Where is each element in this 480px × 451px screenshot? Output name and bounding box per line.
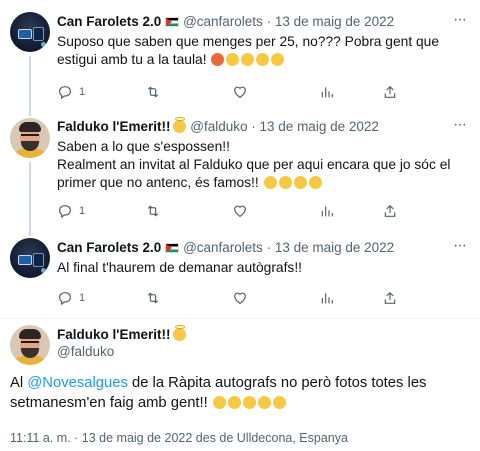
emoji-icon xyxy=(278,176,292,189)
thread-line xyxy=(29,162,31,232)
display-name[interactable]: Falduko l'Emerit!! xyxy=(57,327,170,342)
reply-count: 1 xyxy=(79,292,86,304)
angel-emoji-icon xyxy=(173,117,187,133)
more-options-icon[interactable]: ··· xyxy=(453,11,467,29)
divider xyxy=(0,318,480,319)
emoji-icon xyxy=(308,176,322,189)
share-icon xyxy=(384,291,396,304)
tweet-date[interactable]: 13 de maig de 2022 xyxy=(260,119,379,134)
emoji-icon xyxy=(257,396,271,409)
emoji-icon xyxy=(242,396,256,409)
palestine-flag-icon xyxy=(165,17,180,27)
tweet-header: Falduko l'Emerit!! @falduko · 13 de maig… xyxy=(57,117,379,134)
avatar[interactable] xyxy=(10,118,50,158)
tweet-1[interactable]: Can Farolets 2.0 @canfarolets · 13 de ma… xyxy=(0,0,480,110)
retweet-icon xyxy=(147,86,159,98)
views-icon xyxy=(321,206,333,217)
like-icon xyxy=(234,292,246,305)
emoji-icon xyxy=(241,53,255,66)
like-button[interactable] xyxy=(232,203,248,219)
tweet-header: Can Farolets 2.0 @canfarolets · 13 de ma… xyxy=(57,240,395,255)
tweet-actions: 1 xyxy=(57,84,467,102)
share-button[interactable] xyxy=(382,203,398,219)
retweet-icon xyxy=(147,292,159,304)
views-icon xyxy=(321,87,333,98)
avatar[interactable] xyxy=(10,325,50,365)
thread-line xyxy=(29,110,31,116)
tweet-timestamp[interactable]: 11:11 a. m. · 13 de maig de 2022 des de … xyxy=(10,431,348,445)
tweet-text: Al final t'haurem de demanar autògrafs!! xyxy=(57,260,302,275)
retweet-icon xyxy=(147,205,159,217)
share-icon xyxy=(384,204,396,217)
emoji-icon xyxy=(256,53,270,66)
mention-link[interactable]: @Novesalgues xyxy=(27,375,128,391)
tweet-header: Can Farolets 2.0 @canfarolets · 13 de ma… xyxy=(57,14,395,29)
emoji-icon xyxy=(227,396,241,409)
tweet-actions: 1 xyxy=(57,290,467,308)
reply-icon xyxy=(59,292,71,306)
views-button[interactable] xyxy=(319,203,335,219)
avatar[interactable] xyxy=(10,12,50,52)
reply-count: 1 xyxy=(79,86,86,98)
emoji-icon xyxy=(263,176,277,189)
like-button[interactable] xyxy=(232,290,248,306)
like-button[interactable] xyxy=(232,84,248,100)
reply-button[interactable]: 1 xyxy=(57,290,85,306)
display-name[interactable]: Falduko l'Emerit!! xyxy=(57,119,170,134)
angel-emoji-icon xyxy=(173,325,187,341)
tweet-text: Suposo que saben que menges per 25, no??… xyxy=(57,34,440,67)
palestine-flag-icon xyxy=(165,243,180,253)
more-options-icon[interactable]: ··· xyxy=(453,116,467,134)
views-button[interactable] xyxy=(319,290,335,306)
retweet-button[interactable] xyxy=(145,290,161,306)
avatar[interactable] xyxy=(10,238,50,278)
share-icon xyxy=(384,85,396,98)
tweet-date[interactable]: 13 de maig de 2022 xyxy=(275,14,394,29)
display-name[interactable]: Can Farolets 2.0 xyxy=(57,240,161,255)
user-handle[interactable]: @falduko xyxy=(57,344,114,359)
user-handle[interactable]: @canfarolets xyxy=(183,240,263,255)
emoji-icon xyxy=(211,53,225,66)
tweet-actions: 1 xyxy=(57,203,467,221)
emoji-icon xyxy=(272,396,286,409)
tweet-3[interactable]: Can Farolets 2.0 @canfarolets · 13 de ma… xyxy=(0,232,480,320)
like-icon xyxy=(234,86,246,99)
reply-count: 1 xyxy=(79,205,86,217)
display-name[interactable]: Can Farolets 2.0 xyxy=(57,14,161,29)
like-icon xyxy=(234,205,246,218)
reply-icon xyxy=(59,205,71,219)
retweet-button[interactable] xyxy=(145,84,161,100)
reply-button[interactable]: 1 xyxy=(57,84,85,100)
emoji-icon xyxy=(271,53,285,66)
emoji-icon xyxy=(226,53,240,66)
views-button[interactable] xyxy=(319,84,335,100)
reply-button[interactable]: 1 xyxy=(57,203,85,219)
tweet-date[interactable]: 13 de maig de 2022 xyxy=(275,240,394,255)
thread-line xyxy=(29,232,31,236)
share-button[interactable] xyxy=(382,290,398,306)
share-button[interactable] xyxy=(382,84,398,100)
tweet-header: Falduko l'Emerit!! xyxy=(57,325,187,342)
user-handle-row: @falduko xyxy=(57,344,114,359)
tweet-2[interactable]: Falduko l'Emerit!! @falduko · 13 de maig… xyxy=(0,110,480,232)
tweet-text: Saben a lo que s'espossen!! Realment an … xyxy=(57,139,451,190)
reply-icon xyxy=(59,86,71,100)
user-handle[interactable]: @canfarolets xyxy=(183,14,263,29)
retweet-button[interactable] xyxy=(145,203,161,219)
emoji-icon xyxy=(293,176,307,189)
views-icon xyxy=(321,293,333,304)
main-tweet-text: Al @Novesalgues de la Ràpita autografs n… xyxy=(10,375,427,411)
thread-line xyxy=(29,56,31,110)
more-options-icon[interactable]: ··· xyxy=(453,237,467,255)
user-handle[interactable]: @falduko xyxy=(190,119,247,134)
emoji-icon xyxy=(212,396,226,409)
